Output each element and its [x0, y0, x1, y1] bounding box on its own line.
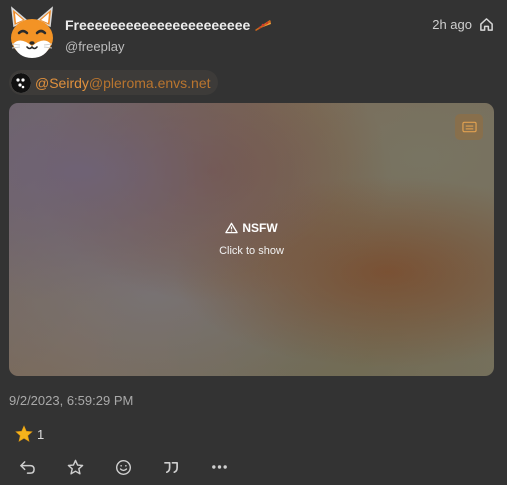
more-icon — [211, 465, 227, 469]
fox-avatar-icon — [11, 6, 53, 58]
mention-avatar-icon — [11, 72, 31, 93]
full-date[interactable]: 9/2/2023, 6:59:29 PM — [9, 393, 133, 408]
mention-link[interactable]: @Seirdy @pleroma.envs.net — [9, 70, 218, 95]
post-card: Freeeeeeeeeeeeeeeeeeeeee @freeplay 2h ag… — [0, 0, 507, 485]
author-name-row: Freeeeeeeeeeeeeeeeeeeeee — [65, 17, 272, 33]
quote-icon — [163, 461, 178, 473]
mention-username: @Seirdy — [35, 74, 89, 91]
reaction-count: 1 — [37, 426, 45, 442]
alt-text-icon — [461, 121, 477, 133]
mention-domain: @pleroma.envs.net — [88, 74, 211, 91]
post-meta: 2h ago — [432, 17, 494, 32]
quote-button[interactable] — [161, 458, 181, 476]
reply-button[interactable] — [17, 458, 37, 476]
smiley-icon — [115, 459, 131, 475]
favourite-button[interactable] — [65, 458, 85, 476]
pizza-emoji-icon — [254, 18, 272, 32]
alt-text-button[interactable] — [455, 114, 483, 140]
warning-icon — [225, 222, 239, 234]
mention-avatar — [11, 72, 31, 93]
star-reaction[interactable]: 1 — [15, 425, 44, 443]
star-emoji-icon — [15, 425, 33, 442]
star-icon — [67, 459, 83, 475]
reply-icon — [19, 460, 35, 474]
author-display-name[interactable]: Freeeeeeeeeeeeeeeeeeeeee — [65, 17, 250, 33]
author-avatar[interactable] — [8, 6, 56, 60]
relative-timestamp[interactable]: 2h ago — [432, 17, 472, 32]
post-actions — [17, 458, 257, 476]
nsfw-media-attachment[interactable]: NSFW Click to show — [9, 103, 494, 376]
react-button[interactable] — [113, 458, 133, 476]
nsfw-label: NSFW — [242, 221, 278, 235]
home-icon — [479, 17, 494, 32]
click-to-show-label: Click to show — [219, 245, 284, 257]
author-handle[interactable]: @freeplay — [65, 39, 124, 54]
more-button[interactable] — [209, 458, 229, 476]
nsfw-overlay: NSFW Click to show — [9, 221, 494, 257]
nsfw-warning: NSFW — [225, 221, 278, 235]
